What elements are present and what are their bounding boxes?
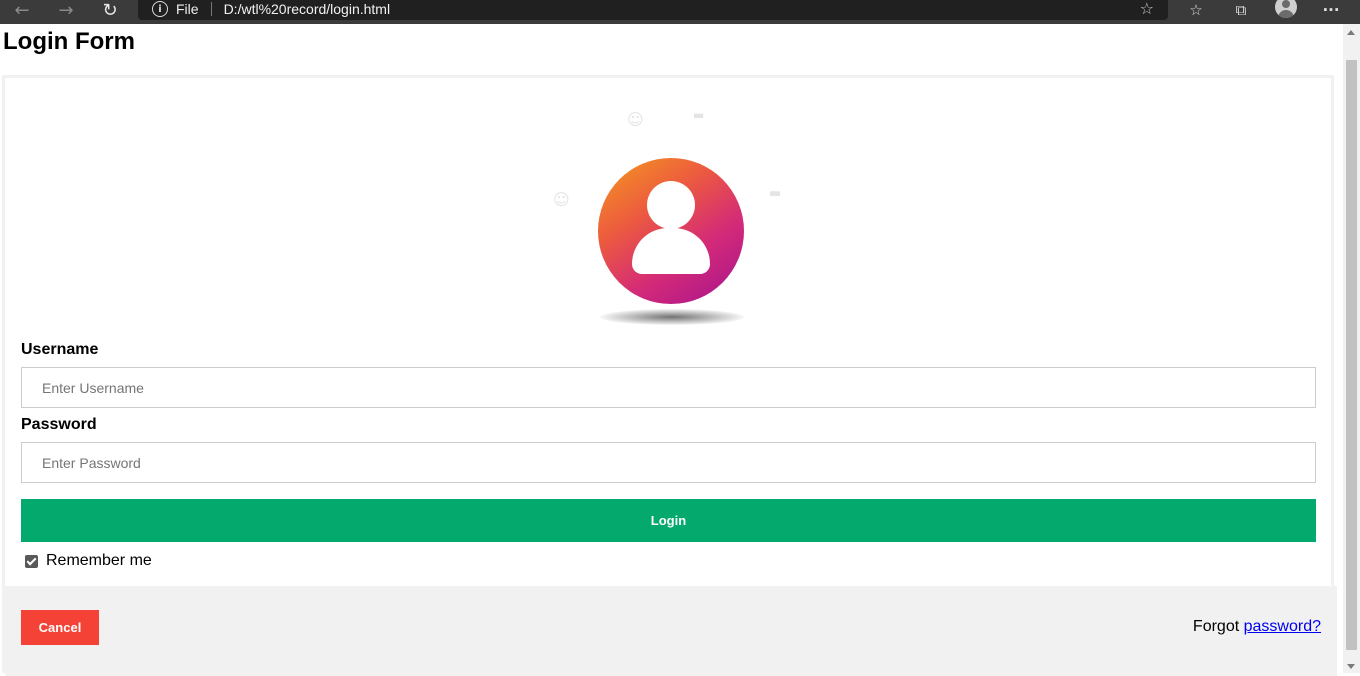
login-button[interactable]: Login bbox=[21, 499, 1316, 542]
forward-icon[interactable]: → bbox=[52, 0, 80, 21]
remember-me[interactable]: Remember me bbox=[25, 552, 152, 570]
username-label: Username bbox=[21, 341, 99, 358]
forgot-password: Forgot password? bbox=[1193, 618, 1321, 636]
user-avatar-icon: ☺ ☺ ▬ ▬ bbox=[543, 104, 803, 325]
forgot-prefix: Forgot bbox=[1192, 618, 1240, 635]
forgot-password-link[interactable]: password? bbox=[1244, 618, 1321, 635]
decor-icon: ▬ bbox=[769, 186, 782, 201]
address-url[interactable]: D:/wtl%20record/login.html bbox=[224, 1, 391, 17]
remember-me-label: Remember me bbox=[46, 552, 152, 569]
avatar-circle bbox=[598, 158, 744, 304]
add-favorite-icon[interactable]: ☆ bbox=[1140, 0, 1154, 18]
form-footer: Cancel Forgot password? bbox=[5, 586, 1337, 676]
browser-toolbar: ← → ↻ i File D:/wtl%20record/login.html … bbox=[0, 0, 1360, 24]
back-icon[interactable]: ← bbox=[8, 0, 36, 21]
decor-icon: ▬ bbox=[693, 108, 705, 122]
remember-me-checkbox[interactable] bbox=[25, 554, 38, 568]
address-separator bbox=[210, 2, 212, 16]
address-prefix: File bbox=[176, 1, 199, 17]
decor-icon: ☺ bbox=[553, 190, 570, 209]
scrollbar-thumb[interactable] bbox=[1346, 60, 1357, 650]
favorites-icon[interactable]: ☆ bbox=[1186, 0, 1206, 20]
scroll-down-icon[interactable] bbox=[1347, 664, 1355, 669]
avatar-body bbox=[632, 228, 710, 274]
refresh-icon[interactable]: ↻ bbox=[96, 0, 124, 21]
vertical-scrollbar[interactable] bbox=[1343, 24, 1360, 673]
address-bar[interactable]: i File D:/wtl%20record/login.html ☆ bbox=[138, 0, 1168, 20]
info-icon[interactable]: i bbox=[152, 1, 168, 17]
password-label: Password bbox=[21, 416, 97, 433]
profile-icon[interactable] bbox=[1275, 0, 1297, 18]
login-form: ☺ ☺ ▬ ▬ Username Password Login Remember… bbox=[2, 75, 1337, 676]
cancel-button[interactable]: Cancel bbox=[21, 610, 99, 645]
password-input[interactable] bbox=[21, 442, 1316, 483]
avatar-shadow bbox=[600, 309, 744, 325]
avatar-head bbox=[647, 181, 695, 229]
scroll-up-icon[interactable] bbox=[1347, 30, 1355, 35]
more-menu-icon[interactable]: ··· bbox=[1322, 0, 1340, 20]
username-input[interactable] bbox=[21, 367, 1316, 408]
decor-icon: ☺ bbox=[627, 110, 644, 129]
page-title: Login Form bbox=[3, 28, 135, 55]
collections-icon[interactable]: ⧉ bbox=[1231, 0, 1251, 20]
